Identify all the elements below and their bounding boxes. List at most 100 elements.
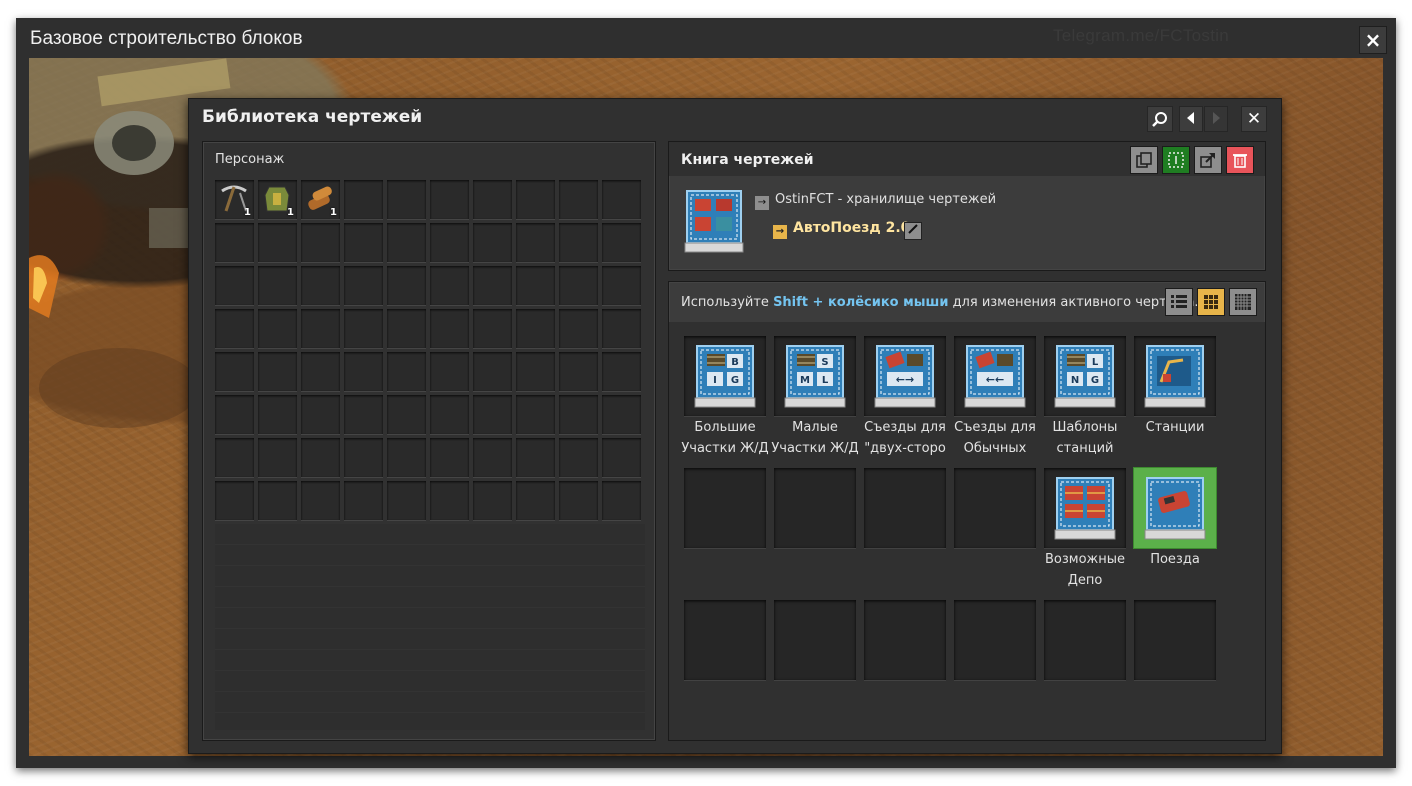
inventory-slot[interactable] — [215, 395, 254, 434]
inventory-slot[interactable] — [516, 180, 555, 219]
inventory-slot-item[interactable]: 1 — [301, 180, 340, 219]
inventory-slot[interactable] — [473, 180, 512, 219]
rename-button[interactable] — [904, 222, 922, 240]
inventory-slot[interactable] — [559, 223, 598, 262]
inventory-slot[interactable] — [602, 438, 641, 477]
inventory-slot[interactable] — [344, 438, 383, 477]
book-current-item[interactable]: → АвтоПоезд 2.0 — [773, 220, 910, 239]
delete-button[interactable] — [1226, 146, 1254, 174]
inventory-slot-item[interactable]: 1 — [258, 180, 297, 219]
empty-blueprint-slot[interactable] — [1044, 600, 1126, 680]
blueprint-item[interactable]: ←→ — [864, 336, 946, 416]
outer-close-button[interactable]: × — [1359, 26, 1387, 54]
inventory-slot[interactable] — [516, 223, 555, 262]
blueprint-item[interactable]: SM L — [774, 336, 856, 416]
blueprint-item[interactable] — [1044, 468, 1126, 548]
inventory-slot[interactable] — [516, 352, 555, 391]
inventory-slot[interactable] — [516, 309, 555, 348]
inventory-slot[interactable] — [430, 223, 469, 262]
inventory-slot[interactable] — [344, 352, 383, 391]
select-area-button[interactable] — [1162, 146, 1190, 174]
inventory-slot[interactable] — [387, 309, 426, 348]
inventory-slot[interactable] — [430, 395, 469, 434]
inventory-slot[interactable] — [559, 180, 598, 219]
prev-button[interactable] — [1179, 106, 1203, 132]
inventory-slot[interactable] — [344, 266, 383, 305]
blueprint-item[interactable]: L N G — [1044, 336, 1126, 416]
inventory-slot[interactable] — [387, 180, 426, 219]
inventory-slot[interactable] — [559, 309, 598, 348]
empty-blueprint-slot[interactable] — [1134, 600, 1216, 680]
inventory-slot[interactable] — [301, 223, 340, 262]
inventory-slot[interactable] — [473, 481, 512, 520]
inventory-slot[interactable] — [387, 352, 426, 391]
inventory-slot[interactable] — [559, 438, 598, 477]
blueprint-item[interactable]: ←← — [954, 336, 1036, 416]
inventory-slot[interactable] — [516, 481, 555, 520]
empty-blueprint-slot[interactable] — [684, 600, 766, 680]
inventory-slot[interactable] — [473, 223, 512, 262]
inventory-slot[interactable] — [215, 438, 254, 477]
grid-view-button[interactable] — [1197, 288, 1225, 316]
inventory-slot[interactable] — [215, 309, 254, 348]
inventory-slot[interactable] — [387, 223, 426, 262]
inventory-slot[interactable] — [430, 180, 469, 219]
inventory-slot[interactable] — [559, 481, 598, 520]
inventory-slot[interactable] — [215, 266, 254, 305]
inventory-slot[interactable] — [430, 481, 469, 520]
inventory-slot[interactable] — [258, 223, 297, 262]
inventory-slot[interactable] — [473, 266, 512, 305]
inventory-slot[interactable] — [387, 395, 426, 434]
inventory-slot[interactable] — [473, 352, 512, 391]
inventory-slot[interactable] — [301, 309, 340, 348]
book-parent-link[interactable]: → OstinFCT - хранилище чертежей — [755, 192, 996, 210]
next-button[interactable] — [1204, 106, 1228, 132]
inventory-slot[interactable] — [258, 266, 297, 305]
inventory-slot[interactable] — [559, 352, 598, 391]
inventory-slot[interactable] — [602, 352, 641, 391]
inventory-slot[interactable] — [516, 266, 555, 305]
inventory-slot[interactable] — [387, 481, 426, 520]
inventory-slot[interactable] — [559, 395, 598, 434]
inventory-slot[interactable] — [215, 352, 254, 391]
small-grid-view-button[interactable] — [1229, 288, 1257, 316]
inventory-slot[interactable] — [602, 309, 641, 348]
inventory-slot[interactable] — [344, 395, 383, 434]
inventory-slot[interactable] — [516, 395, 555, 434]
inventory-slot[interactable] — [258, 352, 297, 391]
inventory-slot[interactable] — [258, 438, 297, 477]
inventory-slot[interactable] — [301, 266, 340, 305]
inventory-slot[interactable] — [258, 395, 297, 434]
inventory-slot-item[interactable]: 1 — [215, 180, 254, 219]
library-close-button[interactable]: ✕ — [1241, 106, 1267, 132]
empty-blueprint-slot[interactable] — [864, 468, 946, 548]
inventory-slot[interactable] — [602, 395, 641, 434]
empty-blueprint-slot[interactable] — [954, 468, 1036, 548]
inventory-slot[interactable] — [301, 395, 340, 434]
empty-blueprint-slot[interactable] — [774, 600, 856, 680]
inventory-slot[interactable] — [301, 352, 340, 391]
blueprint-item[interactable] — [1134, 468, 1216, 548]
empty-blueprint-slot[interactable] — [774, 468, 856, 548]
inventory-slot[interactable] — [387, 266, 426, 305]
inventory-slot[interactable] — [301, 481, 340, 520]
inventory-slot[interactable] — [430, 438, 469, 477]
inventory-slot[interactable] — [559, 266, 598, 305]
inventory-slot[interactable] — [344, 481, 383, 520]
inventory-slot[interactable] — [258, 481, 297, 520]
inventory-slot[interactable] — [344, 223, 383, 262]
inventory-slot[interactable] — [516, 438, 555, 477]
empty-blueprint-slot[interactable] — [864, 600, 946, 680]
list-view-button[interactable] — [1165, 288, 1193, 316]
inventory-slot[interactable] — [430, 309, 469, 348]
inventory-slot[interactable] — [387, 438, 426, 477]
inventory-slot[interactable] — [215, 223, 254, 262]
inventory-slot[interactable] — [344, 180, 383, 219]
inventory-slot[interactable] — [430, 266, 469, 305]
empty-blueprint-slot[interactable] — [954, 600, 1036, 680]
blueprint-item[interactable] — [1134, 336, 1216, 416]
inventory-slot[interactable] — [344, 309, 383, 348]
blueprint-item[interactable]: B I G — [684, 336, 766, 416]
inventory-slot[interactable] — [473, 438, 512, 477]
inventory-slot[interactable] — [430, 352, 469, 391]
